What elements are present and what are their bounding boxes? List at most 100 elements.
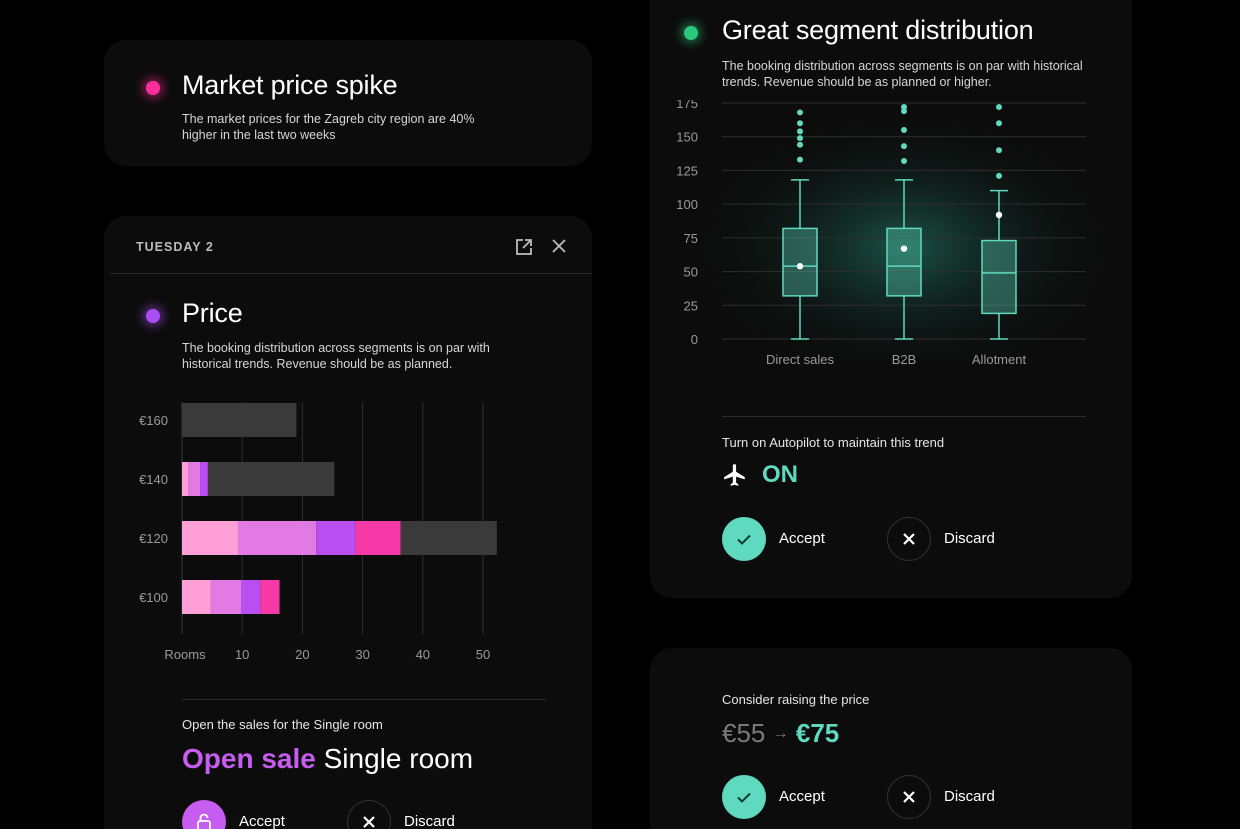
box bbox=[782, 227, 818, 297]
header-divider bbox=[110, 273, 592, 274]
bar-segment bbox=[182, 403, 297, 437]
outlier-point bbox=[901, 126, 907, 133]
bar-segment bbox=[400, 521, 497, 555]
day-header: TUESDAY 2 bbox=[136, 240, 214, 254]
outlier-point bbox=[797, 109, 803, 116]
y-tick-label: €100 bbox=[139, 590, 168, 605]
outlier-point bbox=[996, 104, 1002, 111]
action-highlight: Open sale bbox=[182, 743, 316, 774]
x-axis-label: Rooms bbox=[164, 647, 206, 662]
accept-label: Accept bbox=[239, 813, 285, 829]
price-chart: 10 20 30 40 50 Rooms €160 €140 €120 €100 bbox=[139, 402, 497, 662]
card-description: The booking distribution across segments… bbox=[182, 341, 490, 371]
check-icon bbox=[737, 534, 751, 545]
status-dot-icon bbox=[146, 309, 160, 323]
plane-icon bbox=[722, 462, 748, 493]
autopilot-caption: Turn on Autopilot to maintain this trend bbox=[722, 435, 945, 450]
y-tick-label: 125 bbox=[676, 163, 698, 178]
check-icon bbox=[737, 792, 751, 803]
card-description: The booking distribution across segments… bbox=[722, 59, 1083, 89]
outlier-point bbox=[996, 172, 1002, 179]
x-tick-label: 30 bbox=[355, 647, 369, 662]
x-tick-label: Direct sales bbox=[766, 352, 834, 367]
y-tick-label: €140 bbox=[139, 472, 168, 487]
segment-distribution-card: Great segment distribution The booking d… bbox=[650, 0, 1132, 598]
y-tick-label: €160 bbox=[139, 413, 168, 428]
divider bbox=[182, 699, 546, 700]
box bbox=[981, 239, 1017, 315]
close-icon bbox=[363, 816, 375, 828]
y-tick-label: 175 bbox=[676, 100, 698, 111]
action-caption: Open the sales for the Single room bbox=[182, 717, 383, 732]
outlier-point bbox=[797, 156, 803, 163]
autopilot-state[interactable]: ON bbox=[762, 461, 798, 489]
discard-label: Discard bbox=[404, 813, 455, 829]
discard-label: Discard bbox=[944, 788, 995, 805]
raise-price-card: Consider raising the price €55 → €75 Acc… bbox=[650, 648, 1132, 829]
segment-box-chart: 0 25 50 75 100 125 150 175 Direct sales B2B Allotm… bbox=[676, 100, 1100, 367]
close-icon bbox=[903, 533, 915, 545]
outlier-point bbox=[996, 120, 1002, 127]
accept-button[interactable] bbox=[722, 775, 766, 819]
y-tick-label: 75 bbox=[684, 231, 698, 246]
outlier-point bbox=[901, 157, 907, 164]
card-description: The market prices for the Zagreb city re… bbox=[182, 112, 475, 142]
discard-button[interactable] bbox=[347, 800, 391, 829]
x-tick-label: 10 bbox=[235, 647, 249, 662]
accept-button[interactable] bbox=[722, 517, 766, 561]
discard-button[interactable] bbox=[887, 775, 931, 819]
arrow-right-icon: → bbox=[772, 725, 789, 742]
raise-caption: Consider raising the price bbox=[722, 692, 870, 707]
outlier-point bbox=[901, 143, 907, 150]
day-price-card: TUESDAY 2 Price The booking distribution… bbox=[104, 216, 592, 829]
bar-segment bbox=[210, 580, 241, 614]
outlier-point bbox=[996, 147, 1002, 154]
discard-button[interactable] bbox=[887, 517, 931, 561]
bar-segment bbox=[240, 580, 261, 614]
accept-label: Accept bbox=[779, 788, 825, 805]
bar-segment bbox=[237, 521, 317, 555]
lock-icon bbox=[197, 813, 211, 829]
accept-button[interactable] bbox=[182, 800, 226, 829]
outlier-point bbox=[797, 141, 803, 148]
status-dot-icon bbox=[146, 81, 160, 95]
bar-segment bbox=[182, 580, 211, 614]
y-tick-label: 0 bbox=[691, 332, 698, 347]
status-dot-icon bbox=[684, 26, 698, 40]
close-icon[interactable] bbox=[549, 238, 569, 258]
bar-segment bbox=[207, 462, 335, 496]
external-link-icon[interactable] bbox=[514, 238, 534, 258]
x-tick-label: Allotment bbox=[972, 352, 1027, 367]
y-tick-label: €120 bbox=[139, 531, 168, 546]
x-tick-label: B2B bbox=[892, 352, 917, 367]
accept-label: Accept bbox=[779, 530, 825, 547]
bar-segment bbox=[182, 462, 189, 496]
x-tick-label: 50 bbox=[476, 647, 490, 662]
discard-label: Discard bbox=[944, 530, 995, 547]
y-tick-label: 25 bbox=[684, 298, 698, 313]
mean-point bbox=[995, 211, 1003, 219]
bar-segment bbox=[260, 580, 280, 614]
x-tick-label: 40 bbox=[416, 647, 430, 662]
close-icon bbox=[903, 791, 915, 803]
bar-segment bbox=[200, 462, 208, 496]
new-price: €75 bbox=[795, 718, 840, 748]
bar-segment bbox=[188, 462, 201, 496]
action-rest: Single room bbox=[323, 743, 474, 774]
bar-segment bbox=[355, 521, 401, 555]
outlier-point bbox=[797, 135, 803, 142]
y-tick-label: 100 bbox=[676, 197, 698, 212]
action-line: Open sale Single room bbox=[182, 743, 473, 775]
price-change: €55 → €75 bbox=[722, 718, 839, 749]
outlier-point bbox=[797, 120, 803, 127]
bar-segment bbox=[182, 521, 238, 555]
divider bbox=[722, 416, 1086, 417]
outlier-point bbox=[797, 128, 803, 135]
card-title: Market price spike bbox=[182, 70, 398, 100]
y-tick-label: 150 bbox=[676, 130, 698, 145]
bar-segment bbox=[316, 521, 356, 555]
x-tick-label: 20 bbox=[295, 647, 309, 662]
market-price-card: Market price spike The market prices for… bbox=[104, 40, 592, 166]
mean-point bbox=[796, 262, 804, 270]
card-title: Great segment distribution bbox=[722, 15, 1034, 45]
